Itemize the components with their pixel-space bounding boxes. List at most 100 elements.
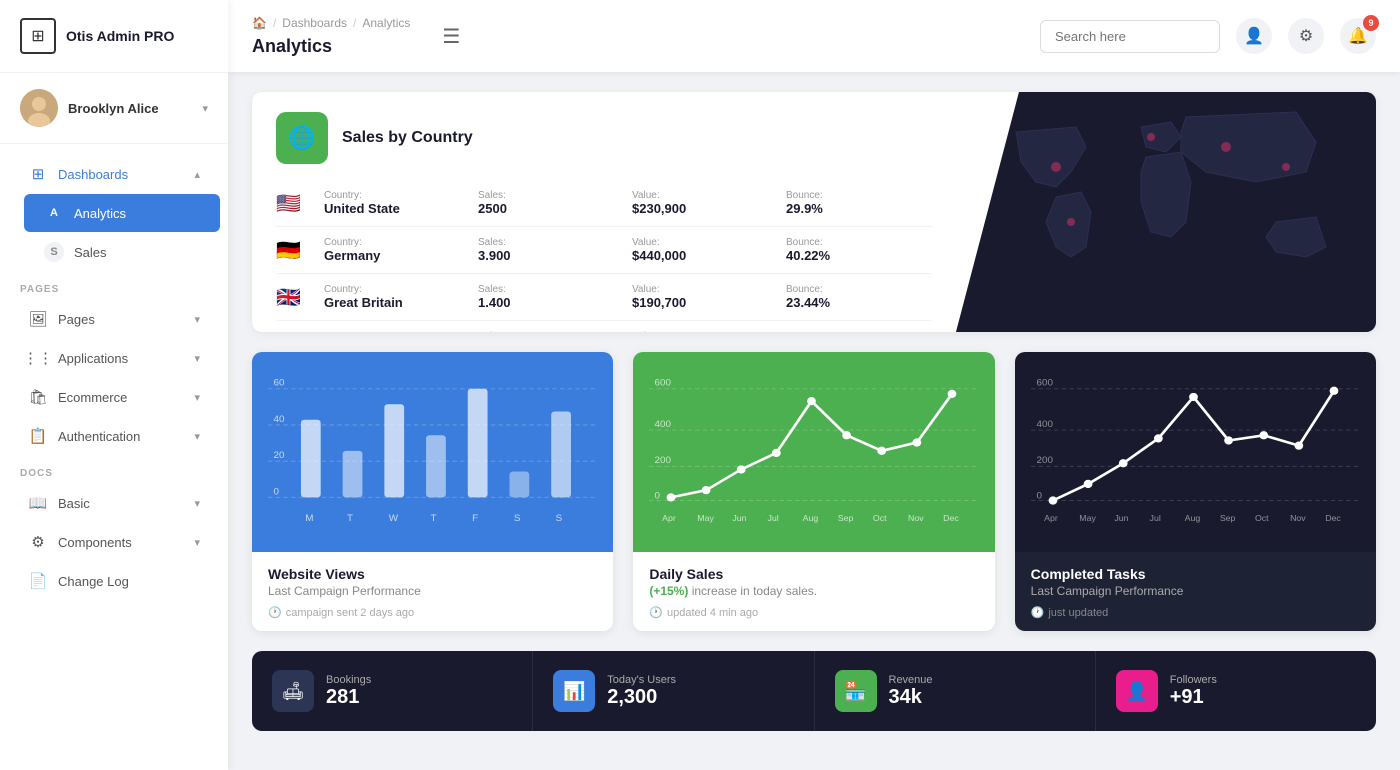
clock-icon2: 🕐 bbox=[649, 606, 663, 619]
sales-value: 1.400 bbox=[478, 295, 624, 310]
bounce-label: Bounce: bbox=[786, 237, 932, 248]
search-input[interactable] bbox=[1040, 20, 1220, 53]
clock-icon: 🕐 bbox=[268, 606, 282, 619]
home-icon: 🏠 bbox=[252, 16, 267, 30]
page-title: Analytics bbox=[252, 36, 332, 57]
components-label: Components bbox=[58, 535, 184, 550]
clock-icon3: 🕐 bbox=[1031, 606, 1045, 619]
header: 🏠 / Dashboards / Analytics Analytics ☰ 👤… bbox=[228, 0, 1400, 72]
pages-label: Pages bbox=[58, 312, 184, 327]
svg-text:Dec: Dec bbox=[944, 513, 960, 523]
svg-text:M: M bbox=[305, 513, 313, 524]
sales-header: 🌐 Sales by Country bbox=[276, 112, 932, 164]
docs-section-label: DOCS bbox=[0, 456, 228, 483]
basic-label: Basic bbox=[58, 496, 184, 511]
user-profile[interactable]: Brooklyn Alice ▾ bbox=[0, 73, 228, 144]
authentication-chevron-icon: ▾ bbox=[194, 430, 200, 443]
value-value: $190,700 bbox=[632, 295, 778, 310]
completed-tasks-card: 600 400 200 0 Apr bbox=[1015, 352, 1376, 631]
stat-bookings: 🛋 Bookings 281 bbox=[252, 651, 533, 731]
country-flag: 🇩🇪 bbox=[276, 238, 316, 263]
svg-text:Nov: Nov bbox=[1290, 513, 1306, 523]
sidebar-item-pages[interactable]: 🖼 Pages ▾ bbox=[8, 300, 220, 338]
user-name: Brooklyn Alice bbox=[68, 101, 192, 116]
notifications-icon[interactable]: 🔔 9 bbox=[1340, 18, 1376, 54]
avatar bbox=[20, 89, 58, 127]
sidebar-item-analytics[interactable]: A Analytics bbox=[24, 194, 220, 232]
svg-text:Jul: Jul bbox=[1149, 513, 1160, 523]
daily-sales-chart: 600 400 200 0 bbox=[633, 352, 994, 552]
value-label: Value: bbox=[632, 284, 778, 295]
completed-tasks-title: Completed Tasks bbox=[1031, 566, 1360, 582]
svg-text:600: 600 bbox=[1036, 378, 1052, 389]
today-users-value: 2,300 bbox=[607, 686, 676, 709]
sidebar-item-authentication[interactable]: 📋 Authentication ▾ bbox=[8, 417, 220, 455]
sidebar-item-changelog[interactable]: 📄 Change Log bbox=[8, 562, 220, 600]
revenue-icon: 🏪 bbox=[835, 670, 877, 712]
basic-icon: 📖 bbox=[28, 493, 48, 513]
bookings-value: 281 bbox=[326, 686, 371, 709]
svg-text:Nov: Nov bbox=[908, 513, 924, 523]
country-value: Great Britain bbox=[324, 295, 470, 310]
svg-text:Apr: Apr bbox=[663, 513, 677, 523]
svg-text:Oct: Oct bbox=[873, 513, 887, 523]
sales-table: 🇺🇸 Country: United State Sales: 2500 Val… bbox=[276, 180, 932, 332]
completed-tasks-footer: 🕐 just updated bbox=[1031, 606, 1360, 619]
completed-tasks-info: Completed Tasks Last Campaign Performanc… bbox=[1015, 552, 1376, 631]
stat-revenue: 🏪 Revenue 34k bbox=[815, 651, 1096, 731]
sidebar-item-sales[interactable]: S Sales bbox=[24, 233, 220, 271]
value-label: Value: bbox=[632, 331, 778, 332]
settings-icon[interactable]: ⚙ bbox=[1288, 18, 1324, 54]
svg-text:Jun: Jun bbox=[1114, 513, 1128, 523]
sidebar-item-applications[interactable]: ⋮⋮ Applications ▾ bbox=[8, 339, 220, 377]
svg-text:200: 200 bbox=[1036, 455, 1052, 466]
sales-icon: S bbox=[44, 242, 64, 262]
svg-text:Jun: Jun bbox=[733, 513, 747, 523]
sales-label: Sales bbox=[74, 245, 200, 260]
dashboards-chevron-icon: ▴ bbox=[194, 168, 200, 181]
bookings-icon: 🛋 bbox=[272, 670, 314, 712]
country-flag: 🇧🇷 bbox=[276, 332, 316, 333]
pages-icon: 🖼 bbox=[28, 309, 48, 329]
dashboards-label: Dashboards bbox=[58, 167, 184, 182]
charts-row: 60 40 20 0 M T bbox=[252, 352, 1376, 631]
breadcrumb-path: 🏠 / Dashboards / Analytics bbox=[252, 16, 410, 30]
daily-sales-subtitle: (+15%) increase in today sales. bbox=[649, 584, 978, 598]
user-chevron-icon: ▾ bbox=[202, 102, 208, 115]
sidebar-item-basic[interactable]: 📖 Basic ▾ bbox=[8, 484, 220, 522]
changelog-icon: 📄 bbox=[28, 571, 48, 591]
menu-toggle-icon[interactable]: ☰ bbox=[442, 24, 460, 49]
svg-text:200: 200 bbox=[655, 455, 671, 466]
daily-sales-footer: 🕐 updated 4 min ago bbox=[649, 606, 978, 619]
country-label: Country: bbox=[324, 331, 470, 332]
svg-text:S: S bbox=[514, 513, 521, 524]
country-label: Country: bbox=[324, 237, 470, 248]
sales-title: Sales by Country bbox=[342, 129, 473, 147]
sidebar-item-components[interactable]: ⚙ Components ▾ bbox=[8, 523, 220, 561]
followers-icon: 👤 bbox=[1116, 670, 1158, 712]
website-views-title: Website Views bbox=[268, 566, 597, 582]
country-flag: 🇺🇸 bbox=[276, 191, 316, 216]
country-flag: 🇬🇧 bbox=[276, 285, 316, 310]
authentication-icon: 📋 bbox=[28, 426, 48, 446]
components-icon: ⚙ bbox=[28, 532, 48, 552]
svg-text:Jul: Jul bbox=[768, 513, 779, 523]
sidebar-item-dashboards[interactable]: ⊞ Dashboards ▴ bbox=[8, 155, 220, 193]
today-users-icon: 📊 bbox=[553, 670, 595, 712]
svg-text:400: 400 bbox=[655, 419, 671, 430]
user-avatar-icon[interactable]: 👤 bbox=[1236, 18, 1272, 54]
ecommerce-icon: 🛍 bbox=[28, 387, 48, 407]
bounce-label: Bounce: bbox=[786, 284, 932, 295]
value-label: Value: bbox=[632, 190, 778, 201]
sidebar-navigation: ⊞ Dashboards ▴ A Analytics S Sales PAGES… bbox=[0, 144, 228, 770]
stat-followers: 👤 Followers +91 bbox=[1096, 651, 1376, 731]
sales-globe-icon: 🌐 bbox=[276, 112, 328, 164]
stat-today-users: 📊 Today's Users 2,300 bbox=[533, 651, 814, 731]
page-content: 🌐 Sales by Country 🇺🇸 Country: United St… bbox=[228, 72, 1400, 770]
completed-tasks-subtitle: Last Campaign Performance bbox=[1031, 584, 1360, 598]
sales-label: Sales: bbox=[478, 331, 624, 332]
country-value: Germany bbox=[324, 248, 470, 263]
ecommerce-chevron-icon: ▾ bbox=[194, 391, 200, 404]
sidebar-item-ecommerce[interactable]: 🛍 Ecommerce ▾ bbox=[8, 378, 220, 416]
ecommerce-label: Ecommerce bbox=[58, 390, 184, 405]
